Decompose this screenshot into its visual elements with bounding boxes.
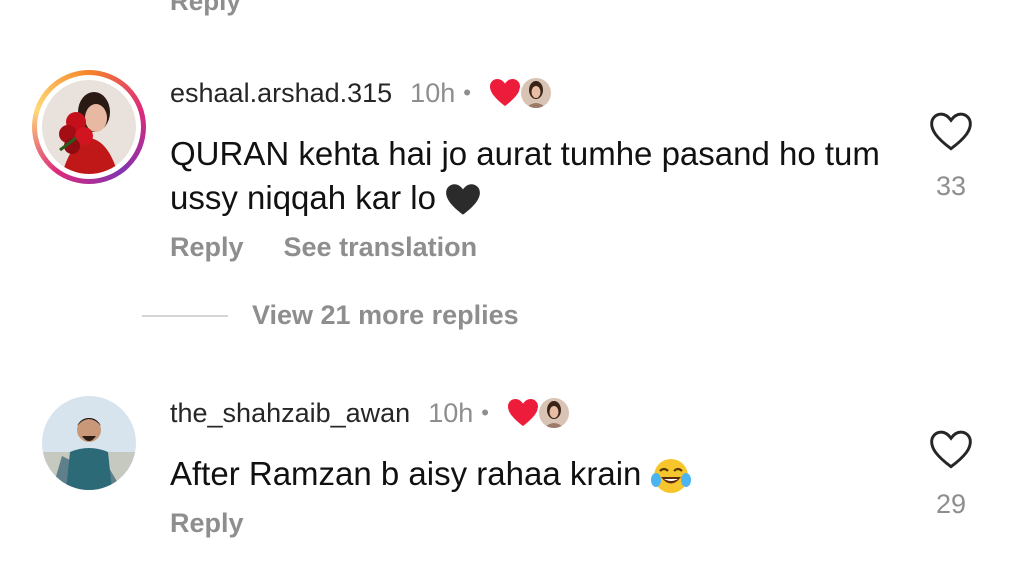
avatar[interactable] xyxy=(42,396,136,490)
view-more-replies[interactable]: View 21 more replies xyxy=(142,300,519,331)
comment-username[interactable]: eshaal.arshad.315 xyxy=(170,78,392,109)
avatar-story-ring[interactable] xyxy=(32,70,146,184)
heart-outline-icon[interactable] xyxy=(929,430,973,470)
creator-liked-indicator xyxy=(489,76,559,110)
reply-button[interactable]: Reply xyxy=(170,508,244,539)
avatar[interactable] xyxy=(42,80,136,174)
heart-outline-icon[interactable] xyxy=(929,112,973,152)
creator-mini-avatar xyxy=(536,396,571,430)
comment-actions: Reply See translation xyxy=(170,232,517,263)
reply-button[interactable]: Reply xyxy=(170,232,244,263)
comment-text: After Ramzan b aisy rahaa krain xyxy=(170,452,890,496)
comment-like: 33 xyxy=(922,112,980,202)
separator-dot: • xyxy=(463,80,471,105)
separator-dot: • xyxy=(481,400,489,425)
comment-time: 10h xyxy=(410,77,456,108)
see-translation-button[interactable]: See translation xyxy=(284,232,478,263)
view-replies-label[interactable]: View 21 more replies xyxy=(252,300,519,331)
black-heart-emoji-icon xyxy=(446,184,481,215)
comment-time: 10h xyxy=(428,397,474,428)
comment-username[interactable]: the_shahzaib_awan xyxy=(170,398,410,429)
replies-divider xyxy=(142,314,228,317)
previous-comment-reply-button[interactable]: Reply xyxy=(170,0,241,17)
creator-liked-indicator xyxy=(507,396,577,430)
heart-filled-icon xyxy=(507,399,538,426)
like-count: 29 xyxy=(935,489,967,519)
comment-text: QURAN kehta hai jo aurat tumhe pasand ho… xyxy=(170,135,880,216)
creator-mini-avatar xyxy=(518,76,553,110)
comment-actions: Reply xyxy=(170,508,284,539)
like-count: 33 xyxy=(935,171,967,201)
heart-filled-icon xyxy=(489,79,520,106)
comment-like: 29 xyxy=(922,430,980,520)
tears-of-joy-emoji-icon xyxy=(650,459,691,494)
